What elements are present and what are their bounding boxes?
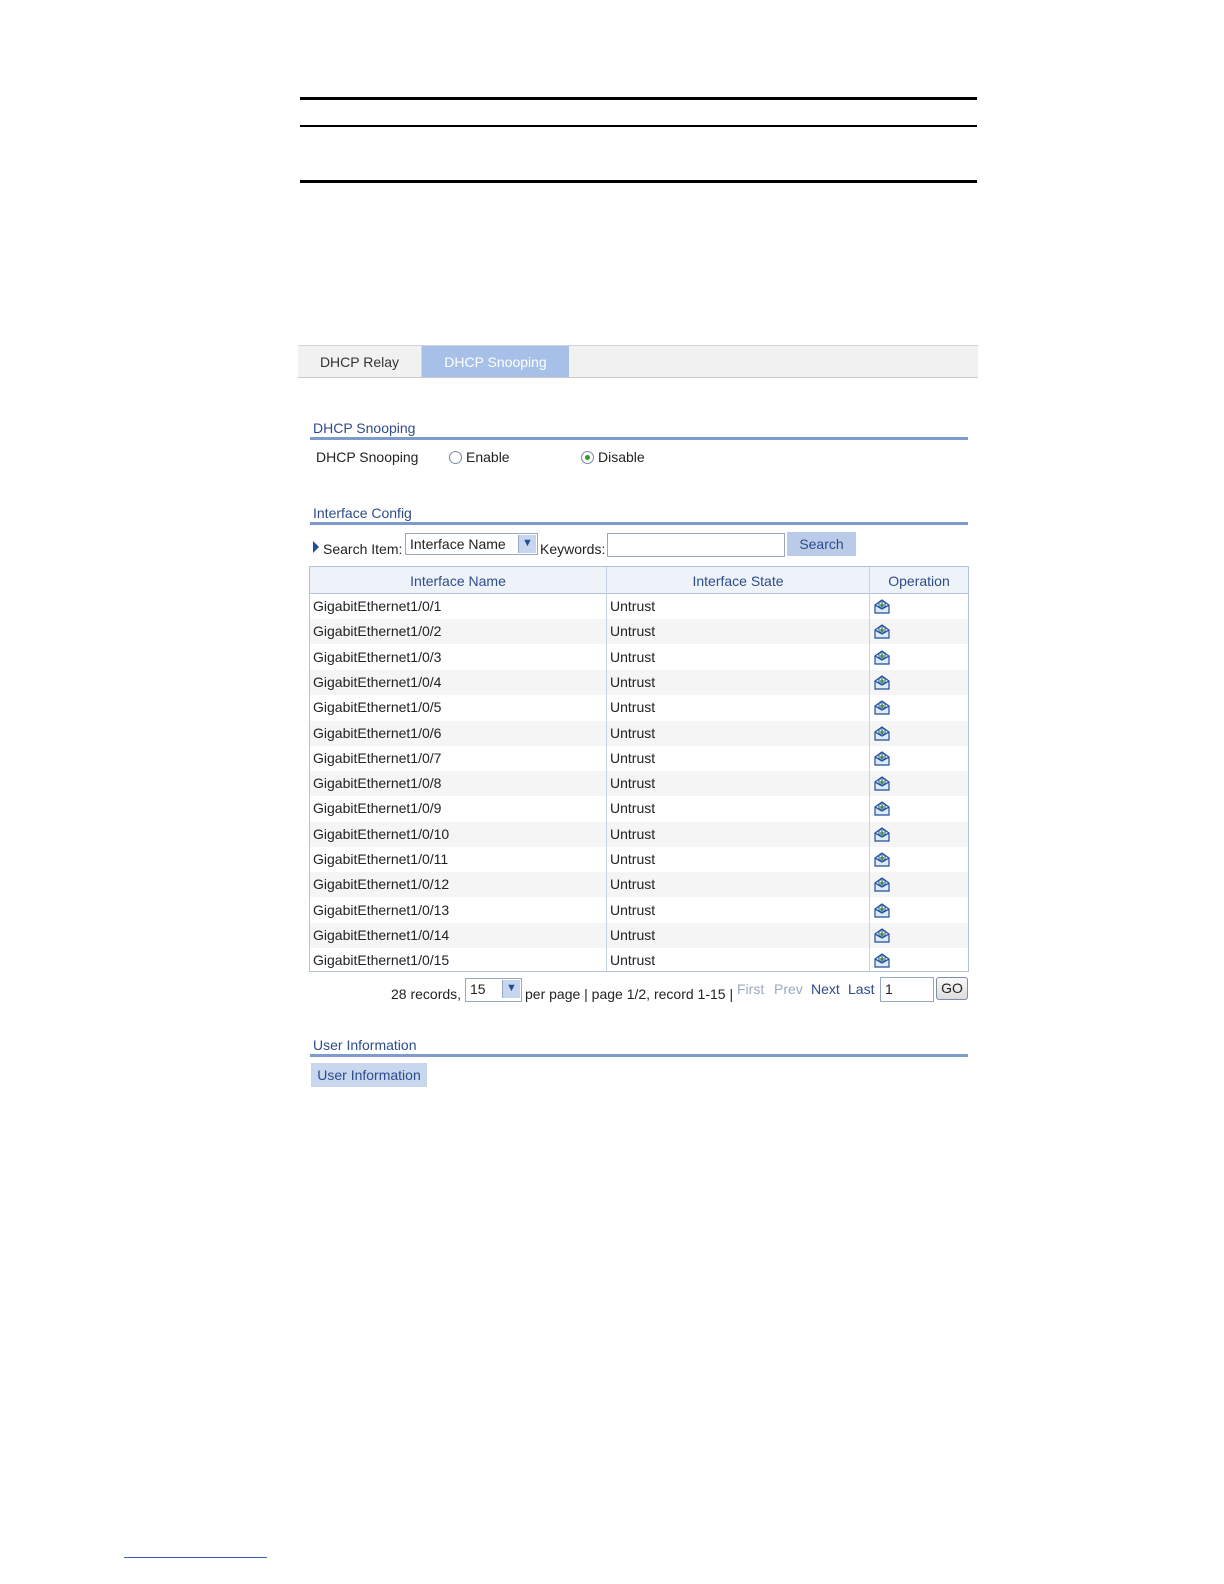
interface-name-cell: GigabitEthernet1/0/13: [313, 901, 450, 918]
interface-state-cell: Untrust: [610, 926, 656, 943]
edit-icon[interactable]: [873, 876, 891, 893]
interface-table: Interface Name Interface State Operation…: [309, 566, 969, 972]
column-divider: [869, 567, 870, 971]
interface-name-cell: GigabitEthernet1/0/3: [313, 648, 442, 665]
tab-dhcp-snooping[interactable]: DHCP Snooping: [422, 346, 569, 377]
per-page-select[interactable]: 15 ▼: [465, 978, 522, 1002]
interface-name-cell: GigabitEthernet1/0/2: [313, 623, 442, 640]
footnote-rule: [124, 1557, 267, 1558]
go-button[interactable]: GO: [936, 977, 968, 1000]
pagination: 28 records, 15 ▼ per page | page 1/2, re…: [309, 977, 969, 1003]
edit-icon[interactable]: [873, 674, 891, 691]
interface-state-cell: Untrust: [610, 800, 656, 817]
keywords-label: Keywords:: [540, 541, 606, 557]
records-count: 28 records,: [391, 986, 462, 1002]
edit-icon[interactable]: [873, 927, 891, 944]
interface-state-cell: Untrust: [610, 749, 656, 766]
expand-arrow-icon: [313, 541, 319, 553]
interface-state-cell: Untrust: [610, 724, 656, 741]
last-page-link[interactable]: Last: [848, 981, 874, 997]
column-header-interface-name: Interface Name: [410, 573, 506, 589]
enable-radio[interactable]: Enable: [449, 449, 510, 465]
interface-name-cell: GigabitEthernet1/0/1: [313, 598, 442, 614]
column-header-interface-state: Interface State: [692, 573, 784, 589]
enable-radio-label: Enable: [466, 449, 510, 465]
header-rule: [300, 125, 977, 127]
edit-icon[interactable]: [873, 598, 891, 615]
edit-icon[interactable]: [873, 750, 891, 767]
interface-state-cell: Untrust: [610, 699, 656, 716]
user-information-button[interactable]: User Information: [311, 1063, 427, 1087]
chevron-down-icon[interactable]: ▼: [502, 980, 520, 998]
edit-icon[interactable]: [873, 623, 891, 640]
edit-icon[interactable]: [873, 902, 891, 919]
disable-radio-label: Disable: [598, 449, 645, 465]
page-info: per page | page 1/2, record 1-15 |: [525, 986, 734, 1002]
edit-icon[interactable]: [873, 826, 891, 843]
interface-state-cell: Untrust: [610, 648, 656, 665]
edit-icon[interactable]: [873, 952, 891, 969]
chevron-down-icon[interactable]: ▼: [518, 535, 536, 553]
interface-state-cell: Untrust: [610, 901, 656, 918]
interface-state-cell: Untrust: [610, 825, 656, 842]
interface-name-cell: GigabitEthernet1/0/9: [313, 800, 442, 817]
section-divider: [310, 522, 968, 525]
section-title: Interface Config: [313, 505, 412, 521]
tab-bar: DHCP Relay DHCP Snooping: [298, 345, 978, 378]
column-header-operation: Operation: [888, 573, 950, 589]
interface-state-cell: Untrust: [610, 673, 656, 690]
user-information-section-header: User Information: [310, 1031, 968, 1057]
enable-radio-circle[interactable]: [449, 450, 462, 464]
keywords-input[interactable]: [607, 533, 785, 557]
per-page-value: 15: [470, 981, 486, 997]
interface-name-cell: GigabitEthernet1/0/11: [313, 851, 449, 867]
interface-name-cell: GigabitEthernet1/0/14: [313, 926, 450, 943]
edit-icon[interactable]: [873, 649, 891, 666]
interface-name-cell: GigabitEthernet1/0/7: [313, 749, 442, 766]
next-page-link[interactable]: Next: [811, 981, 840, 997]
section-divider: [310, 1054, 968, 1057]
edit-icon[interactable]: [873, 775, 891, 792]
interface-state-cell: Untrust: [610, 952, 656, 969]
interface-name-cell: GigabitEthernet1/0/4: [313, 673, 442, 690]
section-title: User Information: [313, 1037, 417, 1053]
search-button[interactable]: Search: [787, 532, 856, 556]
interface-state-cell: Untrust: [610, 851, 656, 867]
page-number-input[interactable]: 1: [880, 977, 934, 1002]
first-page-link[interactable]: First: [737, 981, 764, 997]
interface-name-cell: GigabitEthernet1/0/10: [313, 825, 450, 842]
interface-name-cell: GigabitEthernet1/0/5: [313, 699, 442, 716]
interface-state-cell: Untrust: [610, 876, 656, 893]
search-item-label: Search Item:: [323, 541, 403, 557]
column-divider: [606, 567, 607, 971]
interface-name-cell: GigabitEthernet1/0/12: [313, 876, 450, 893]
bottom-rule: [300, 180, 977, 183]
edit-icon[interactable]: [873, 699, 891, 716]
interface-name-cell: GigabitEthernet1/0/8: [313, 775, 442, 792]
interface-name-cell: GigabitEthernet1/0/6: [313, 724, 442, 741]
tab-dhcp-relay[interactable]: DHCP Relay: [298, 346, 422, 377]
prev-page-link[interactable]: Prev: [774, 981, 803, 997]
interface-state-cell: Untrust: [610, 598, 656, 614]
interface-state-cell: Untrust: [610, 623, 656, 640]
disable-radio-circle[interactable]: [581, 450, 594, 464]
edit-icon[interactable]: [873, 851, 891, 868]
interface-config-section-header: Interface Config: [310, 500, 968, 525]
edit-icon[interactable]: [873, 725, 891, 742]
search-item-value: Interface Name: [410, 536, 506, 552]
edit-icon[interactable]: [873, 800, 891, 817]
interface-name-cell: GigabitEthernet1/0/15: [313, 952, 450, 969]
dhcp-snooping-field-label: DHCP Snooping: [316, 449, 419, 465]
disable-radio[interactable]: Disable: [581, 449, 645, 465]
dhcp-snooping-section-header: DHCP Snooping: [310, 414, 968, 440]
interface-state-cell: Untrust: [610, 775, 656, 792]
section-divider: [310, 437, 968, 440]
top-rule: [300, 97, 977, 100]
search-item-select[interactable]: Interface Name ▼: [405, 533, 538, 555]
section-title: DHCP Snooping: [313, 420, 416, 436]
